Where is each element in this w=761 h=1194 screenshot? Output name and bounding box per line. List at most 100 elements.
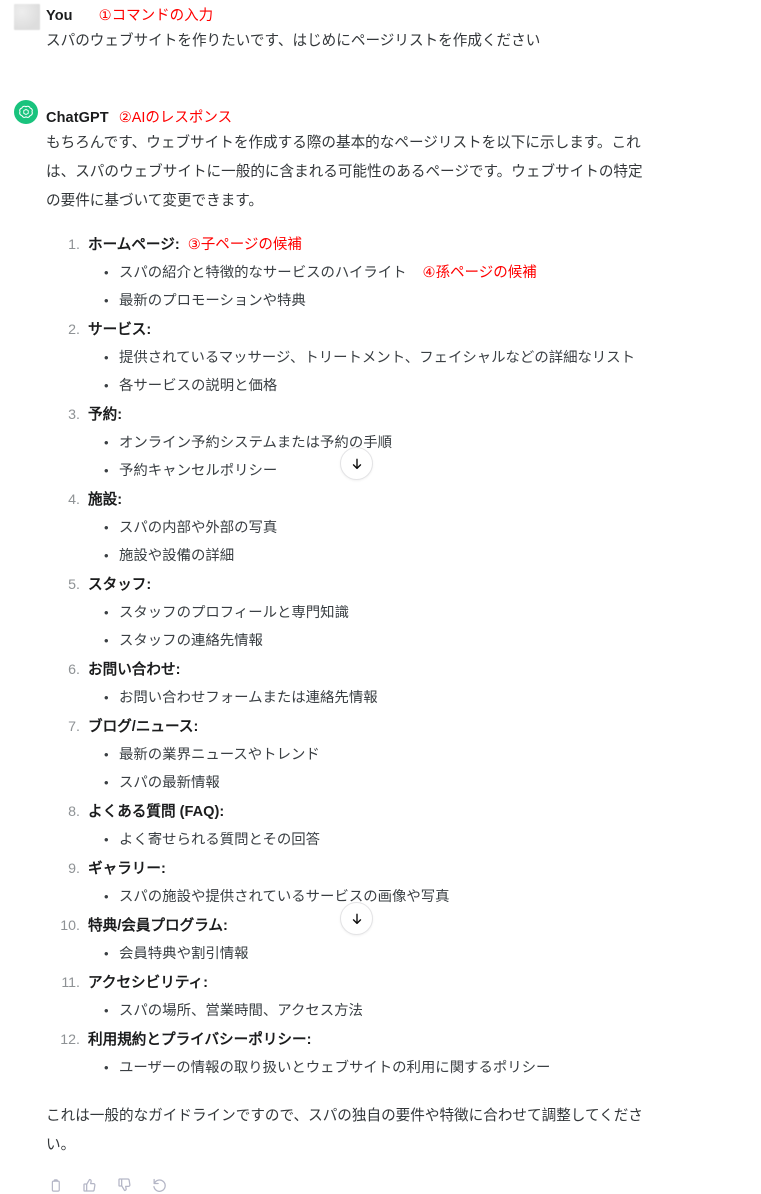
page-list: ホームページ: ③子ページの候補 スパの紹介と特徴的なサービスのハイライト ④孫…	[46, 232, 761, 1082]
list-item-heading: ギャラリー:	[88, 856, 761, 883]
annotation-child-page: ③子ページの候補	[187, 237, 302, 253]
list-item-title: 予約:	[88, 407, 123, 423]
sub-list-item-label: 施設や設備の詳細	[119, 548, 235, 564]
sub-list-item-label: 各サービスの説明と価格	[119, 378, 278, 394]
scroll-to-bottom-button[interactable]	[340, 447, 373, 480]
list-item-heading: アクセシビリティ:	[88, 970, 761, 997]
sub-list-item: オンライン予約システムまたは予約の手順	[102, 429, 761, 457]
list-item-heading: スタッフ:	[88, 572, 761, 599]
sub-list: ユーザーの情報の取り扱いとウェブサイトの利用に関するポリシー	[88, 1054, 761, 1082]
list-item-title: ブログ/ニュース:	[88, 719, 199, 735]
sub-list-item: ユーザーの情報の取り扱いとウェブサイトの利用に関するポリシー	[102, 1054, 761, 1082]
annotation-grandchild-page: ④孫ページの候補	[422, 265, 537, 281]
sub-list: お問い合わせフォームまたは連絡先情報	[88, 684, 761, 712]
list-item: 予約: オンライン予約システムまたは予約の手順 予約キャンセルポリシー	[46, 402, 761, 485]
assistant-intro-text: もちろんです、ウェブサイトを作成する際の基本的なページリストを以下に示します。こ…	[46, 135, 643, 209]
user-message-text: スパのウェブサイトを作りたいです、はじめにページリストを作成ください	[46, 33, 541, 49]
avatar	[14, 100, 38, 124]
list-item-title: ホームページ:	[88, 237, 180, 253]
list-item: ホームページ: ③子ページの候補 スパの紹介と特徴的なサービスのハイライト ④孫…	[46, 232, 761, 315]
list-item-title: ギャラリー:	[88, 861, 166, 877]
sub-list-item: 最新のプロモーションや特典	[102, 287, 761, 315]
sub-list: 会員特典や割引情報	[88, 940, 761, 968]
scroll-to-bottom-button[interactable]	[340, 902, 373, 935]
sub-list-item-label: 予約キャンセルポリシー	[119, 463, 278, 479]
list-item-title: サービス:	[88, 322, 152, 338]
sub-list-item-label: スパの内部や外部の写真	[119, 520, 278, 536]
sub-list-item: 各サービスの説明と価格	[102, 372, 761, 400]
sub-list: スパの施設や提供されているサービスの画像や写真	[88, 883, 761, 911]
arrow-down-icon	[350, 912, 364, 926]
list-item: よくある質問 (FAQ): よく寄せられる質問とその回答	[46, 799, 761, 854]
message-action-bar	[46, 1176, 761, 1194]
regenerate-icon	[152, 1177, 168, 1193]
sub-list-item-label: スパの場所、営業時間、アクセス方法	[119, 1003, 363, 1019]
sub-list: 最新の業界ニュースやトレンド スパの最新情報	[88, 741, 761, 797]
list-item-heading: ブログ/ニュース:	[88, 714, 761, 741]
sub-list-item-label: スパの施設や提供されているサービスの画像や写真	[119, 889, 450, 905]
sub-list-item: スタッフのプロフィールと専門知識	[102, 599, 761, 627]
assistant-message: ChatGPT ②AIのレスポンス もちろんです、ウェブサイトを作成する際の基本…	[0, 98, 761, 1194]
list-item-title: 利用規約とプライバシーポリシー:	[88, 1032, 312, 1048]
annotation-command-input: ①コマンドの入力	[98, 8, 214, 24]
list-item-title: アクセシビリティ:	[88, 975, 209, 991]
list-item-heading: 特典/会員プログラム:	[88, 913, 761, 940]
user-name-row: You ①コマンドの入力	[46, 4, 761, 26]
sub-list-item: 会員特典や割引情報	[102, 940, 761, 968]
sub-list-item-label: 会員特典や割引情報	[119, 946, 249, 962]
sub-list-item: お問い合わせフォームまたは連絡先情報	[102, 684, 761, 712]
sub-list-item-label: スタッフのプロフィールと専門知識	[119, 605, 349, 621]
message-author-name: ChatGPT	[46, 110, 109, 126]
copy-button[interactable]	[46, 1176, 64, 1194]
thumbs-down-icon	[117, 1177, 133, 1193]
list-item-heading: 利用規約とプライバシーポリシー:	[88, 1027, 761, 1054]
annotation-ai-response: ②AIのレスポンス	[118, 110, 233, 126]
sub-list-item: スパの場所、営業時間、アクセス方法	[102, 997, 761, 1025]
sub-list-item-label: スパの最新情報	[119, 775, 220, 791]
thumbs-down-button[interactable]	[116, 1176, 134, 1194]
list-item: 利用規約とプライバシーポリシー: ユーザーの情報の取り扱いとウェブサイトの利用に…	[46, 1027, 761, 1082]
sub-list-item: よく寄せられる質問とその回答	[102, 826, 761, 854]
sub-list: スタッフのプロフィールと専門知識 スタッフの連絡先情報	[88, 599, 761, 655]
sub-list-item: 施設や設備の詳細	[102, 542, 761, 570]
assistant-outro-text: これは一般的なガイドラインですので、スパの独自の要件や特徴に合わせて調整してくだ…	[46, 1108, 643, 1153]
sub-list-item: 予約キャンセルポリシー	[102, 457, 761, 485]
arrow-down-icon	[350, 457, 364, 471]
list-item: スタッフ: スタッフのプロフィールと専門知識 スタッフの連絡先情報	[46, 572, 761, 655]
sub-list-item: スパの最新情報	[102, 769, 761, 797]
conversation-thread: You ①コマンドの入力 スパのウェブサイトを作りたいです、はじめにページリスト…	[0, 0, 761, 1194]
list-item-title: 特典/会員プログラム:	[88, 918, 228, 934]
sub-list: よく寄せられる質問とその回答	[88, 826, 761, 854]
list-item-heading: よくある質問 (FAQ):	[88, 799, 761, 826]
chatgpt-logo-icon	[18, 104, 34, 120]
list-item-heading: サービス:	[88, 317, 761, 344]
list-item-heading: お問い合わせ:	[88, 657, 761, 684]
sub-list: スパの紹介と特徴的なサービスのハイライト ④孫ページの候補 最新のプロモーション…	[88, 259, 761, 315]
sub-list: スパの内部や外部の写真 施設や設備の詳細	[88, 514, 761, 570]
sub-list-item-label: スタッフの連絡先情報	[119, 633, 263, 649]
sub-list-item: 最新の業界ニュースやトレンド	[102, 741, 761, 769]
sub-list-item: スタッフの連絡先情報	[102, 627, 761, 655]
sub-list-item: スパの紹介と特徴的なサービスのハイライト ④孫ページの候補	[102, 259, 761, 287]
list-item: アクセシビリティ: スパの場所、営業時間、アクセス方法	[46, 970, 761, 1025]
thumbs-up-icon	[82, 1177, 98, 1193]
sub-list-item: スパの施設や提供されているサービスの画像や写真	[102, 883, 761, 911]
sub-list-item: スパの内部や外部の写真	[102, 514, 761, 542]
list-item: お問い合わせ: お問い合わせフォームまたは連絡先情報	[46, 657, 761, 712]
sub-list-item-label: 最新の業界ニュースやトレンド	[119, 747, 320, 763]
sub-list-item-label: ユーザーの情報の取り扱いとウェブサイトの利用に関するポリシー	[119, 1060, 551, 1076]
sub-list-item: 提供されているマッサージ、トリートメント、フェイシャルなどの詳細なリスト	[102, 344, 761, 372]
sub-list-item-label: 最新のプロモーションや特典	[119, 293, 306, 309]
list-item: 施設: スパの内部や外部の写真 施設や設備の詳細	[46, 487, 761, 570]
list-item-heading: 予約:	[88, 402, 761, 429]
thumbs-up-button[interactable]	[81, 1176, 99, 1194]
list-item: 特典/会員プログラム: 会員特典や割引情報	[46, 913, 761, 968]
list-item: ギャラリー: スパの施設や提供されているサービスの画像や写真	[46, 856, 761, 911]
user-message: You ①コマンドの入力 スパのウェブサイトを作りたいです、はじめにページリスト…	[0, 0, 761, 56]
sub-list-item-label: スパの紹介と特徴的なサービスのハイライト	[119, 265, 407, 281]
regenerate-button[interactable]	[151, 1176, 169, 1194]
sub-list-item-label: よく寄せられる質問とその回答	[119, 832, 321, 848]
list-item-heading: 施設:	[88, 487, 761, 514]
list-item-heading: ホームページ: ③子ページの候補	[88, 232, 761, 259]
sub-list: 提供されているマッサージ、トリートメント、フェイシャルなどの詳細なリスト 各サー…	[88, 344, 761, 400]
